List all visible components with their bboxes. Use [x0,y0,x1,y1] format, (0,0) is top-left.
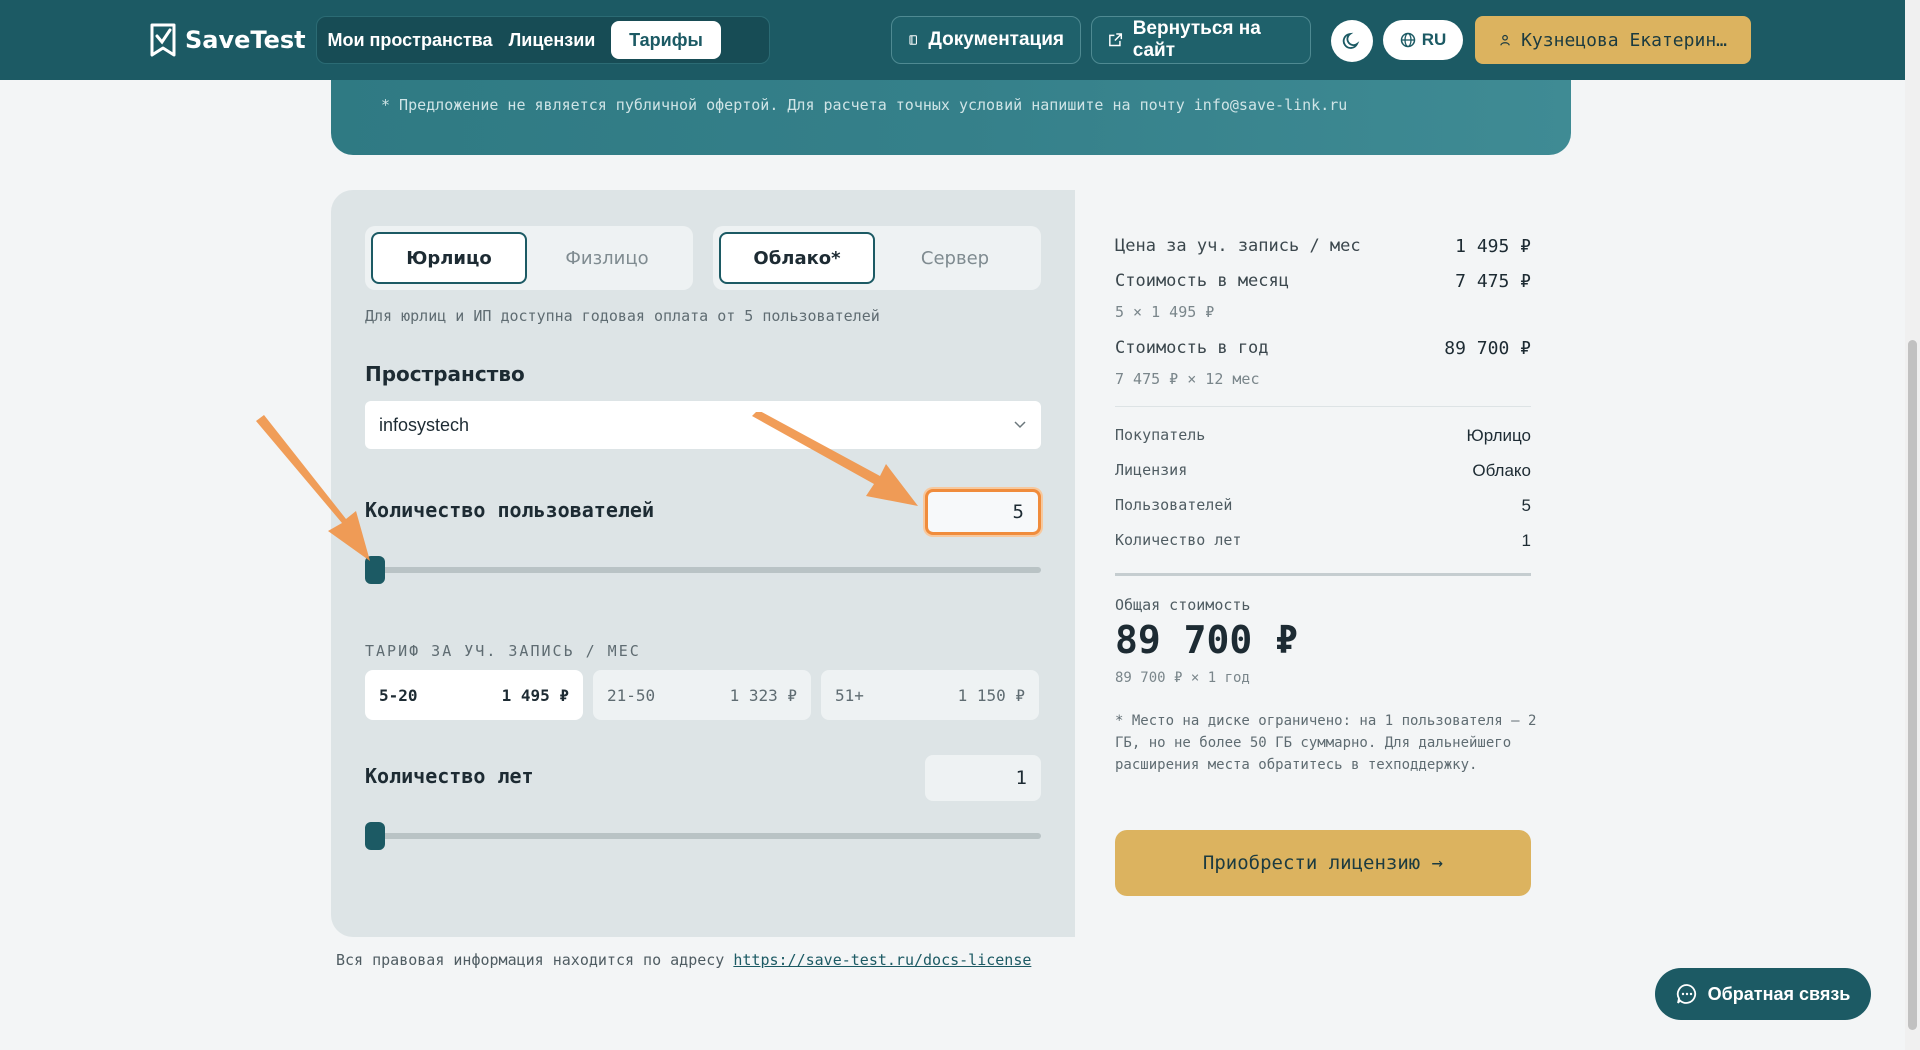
tier-price: 1 495 ₽ [501,685,569,705]
disk-space-note: * Место на диске ограничено: на 1 пользо… [1115,713,1537,773]
back-to-site-button[interactable]: Вернуться на сайт [1091,16,1311,64]
buyer-legal-option[interactable]: Юрлицо [371,232,527,284]
price-per-user-label: Цена за уч. запись / мес [1115,236,1361,256]
license-server-option[interactable]: Сервер [875,232,1035,284]
monthly-cost-label: Стоимость в месяц [1115,271,1289,291]
page-scrollbar[interactable] [1905,0,1920,1050]
price-summary: Цена за уч. запись / мес 1 495 ₽ Стоимос… [1075,190,1571,937]
annual-payment-hint: Для юрлиц и ИП доступна годовая оплата о… [365,307,880,325]
language-label: RU [1421,30,1447,49]
summary-divider [1115,406,1531,407]
years-slider-thumb[interactable] [365,822,385,850]
offer-note: * Предложение не является публичной офер… [381,96,1348,114]
total-value: 89 700 ₽ [1115,618,1299,662]
years-count-label: Количество лет [365,764,534,788]
total-divider [1115,573,1531,576]
feedback-label: Обратная связь [1707,983,1851,1004]
theme-toggle-button[interactable] [1331,20,1373,62]
chevron-down-icon [1014,421,1026,429]
yearly-cost-value: 89 700 ₽ [1444,338,1531,359]
users-slider-thumb[interactable] [365,556,385,584]
users-slider-track[interactable] [365,556,1041,584]
tab-tariffs[interactable]: Тарифы [611,21,721,59]
logo-icon [150,23,176,57]
yearly-cost-label: Стоимость в год [1115,338,1269,358]
external-link-icon [1109,33,1123,47]
tier-21-50[interactable]: 21-50 1 323 ₽ [593,670,811,720]
users-row: Пользователей 5 [1115,496,1531,516]
space-select-value: infosystech [379,414,470,435]
years-label: Количество лет [1115,531,1242,549]
tier-range: 5-20 [379,685,418,705]
moon-icon [1342,32,1360,49]
space-label: Пространство [365,362,525,386]
tier-title: ТАРИФ ЗА УЧ. ЗАПИСЬ / МЕС [365,642,641,660]
monthly-cost-value: 7 475 ₽ [1455,271,1531,292]
years-value: 1 [1521,531,1531,550]
price-per-user-value: 1 495 ₽ [1455,236,1531,257]
monthly-cost-formula: 5 × 1 495 ₽ [1115,303,1215,321]
pricing-calculator: Юрлицо Физлицо Облако* Сервер Для юрлиц … [331,190,1075,937]
book-icon [909,35,917,45]
years-row: Количество лет 1 [1115,531,1531,551]
license-type-toggle: Облако* Сервер [713,226,1041,290]
user-menu-button[interactable]: Кузнецова Екатерин… [1475,16,1751,64]
tier-price: 1 323 ₽ [729,685,797,705]
globe-icon [1400,32,1415,48]
license-label: Лицензия [1115,461,1188,479]
license-row: Лицензия Облако [1115,461,1531,481]
legal-link[interactable]: https://save-test.ru/docs-license [733,951,1031,969]
logo-text: SaveTest [185,26,306,54]
back-to-site-label: Вернуться на сайт [1132,18,1261,61]
users-label: Пользователей [1115,496,1233,514]
users-count-label: Количество пользователей [365,498,654,522]
tab-licenses[interactable]: Лицензии [499,21,605,59]
user-name: Кузнецова Екатерин… [1521,29,1727,51]
legal-info: Вся правовая информация находится по адр… [336,951,1031,969]
tier-range: 51+ [835,685,864,705]
tier-price: 1 150 ₽ [957,685,1025,705]
users-value: 5 [1521,496,1531,515]
total-label: Общая стоимость [1115,596,1251,614]
years-count-input[interactable]: 1 [925,755,1041,801]
main-nav: Мои пространства Лицензии Тарифы [316,16,770,64]
tier-range: 21-50 [607,685,656,705]
monthly-cost-row: Стоимость в месяц 7 475 ₽ [1115,271,1531,292]
space-select[interactable]: infosystech [365,401,1041,449]
users-count-input[interactable]: 5 [925,489,1041,535]
buyer-label: Покупатель [1115,426,1206,444]
buy-license-button[interactable]: Приобрести лицензию → [1115,830,1531,896]
offer-banner: * Предложение не является публичной офер… [331,80,1571,155]
logo[interactable]: SaveTest [149,20,306,60]
user-icon [1500,34,1510,46]
documentation-label: Документация [928,29,1064,50]
documentation-button[interactable]: Документация [891,16,1081,64]
scrollbar-thumb[interactable] [1908,340,1917,1030]
years-slider-track[interactable] [365,822,1041,850]
license-cloud-option[interactable]: Облако* [719,232,875,284]
tier-51-plus[interactable]: 51+ 1 150 ₽ [821,670,1039,720]
tier-5-20[interactable]: 5-20 1 495 ₽ [365,670,583,720]
chat-icon [1676,984,1696,1004]
top-header: SaveTest Мои пространства Лицензии Тариф… [0,0,1905,80]
legal-text: Вся правовая информация находится по адр… [336,951,725,969]
yearly-cost-formula: 7 475 ₽ × 12 мес [1115,370,1260,388]
buyer-row: Покупатель Юрлицо [1115,426,1531,446]
total-formula: 89 700 ₽ × 1 год [1115,670,1250,686]
license-value: Облако [1472,461,1531,480]
tab-my-spaces[interactable]: Мои пространства [321,21,499,59]
price-per-user-row: Цена за уч. запись / мес 1 495 ₽ [1115,236,1531,257]
yearly-cost-row: Стоимость в год 89 700 ₽ [1115,338,1531,359]
buyer-value: Юрлицо [1466,426,1531,445]
buyer-individual-option[interactable]: Физлицо [527,232,687,284]
feedback-button[interactable]: Обратная связь [1655,968,1871,1020]
language-selector[interactable]: RU [1383,20,1463,60]
buyer-type-toggle: Юрлицо Физлицо [365,226,693,290]
